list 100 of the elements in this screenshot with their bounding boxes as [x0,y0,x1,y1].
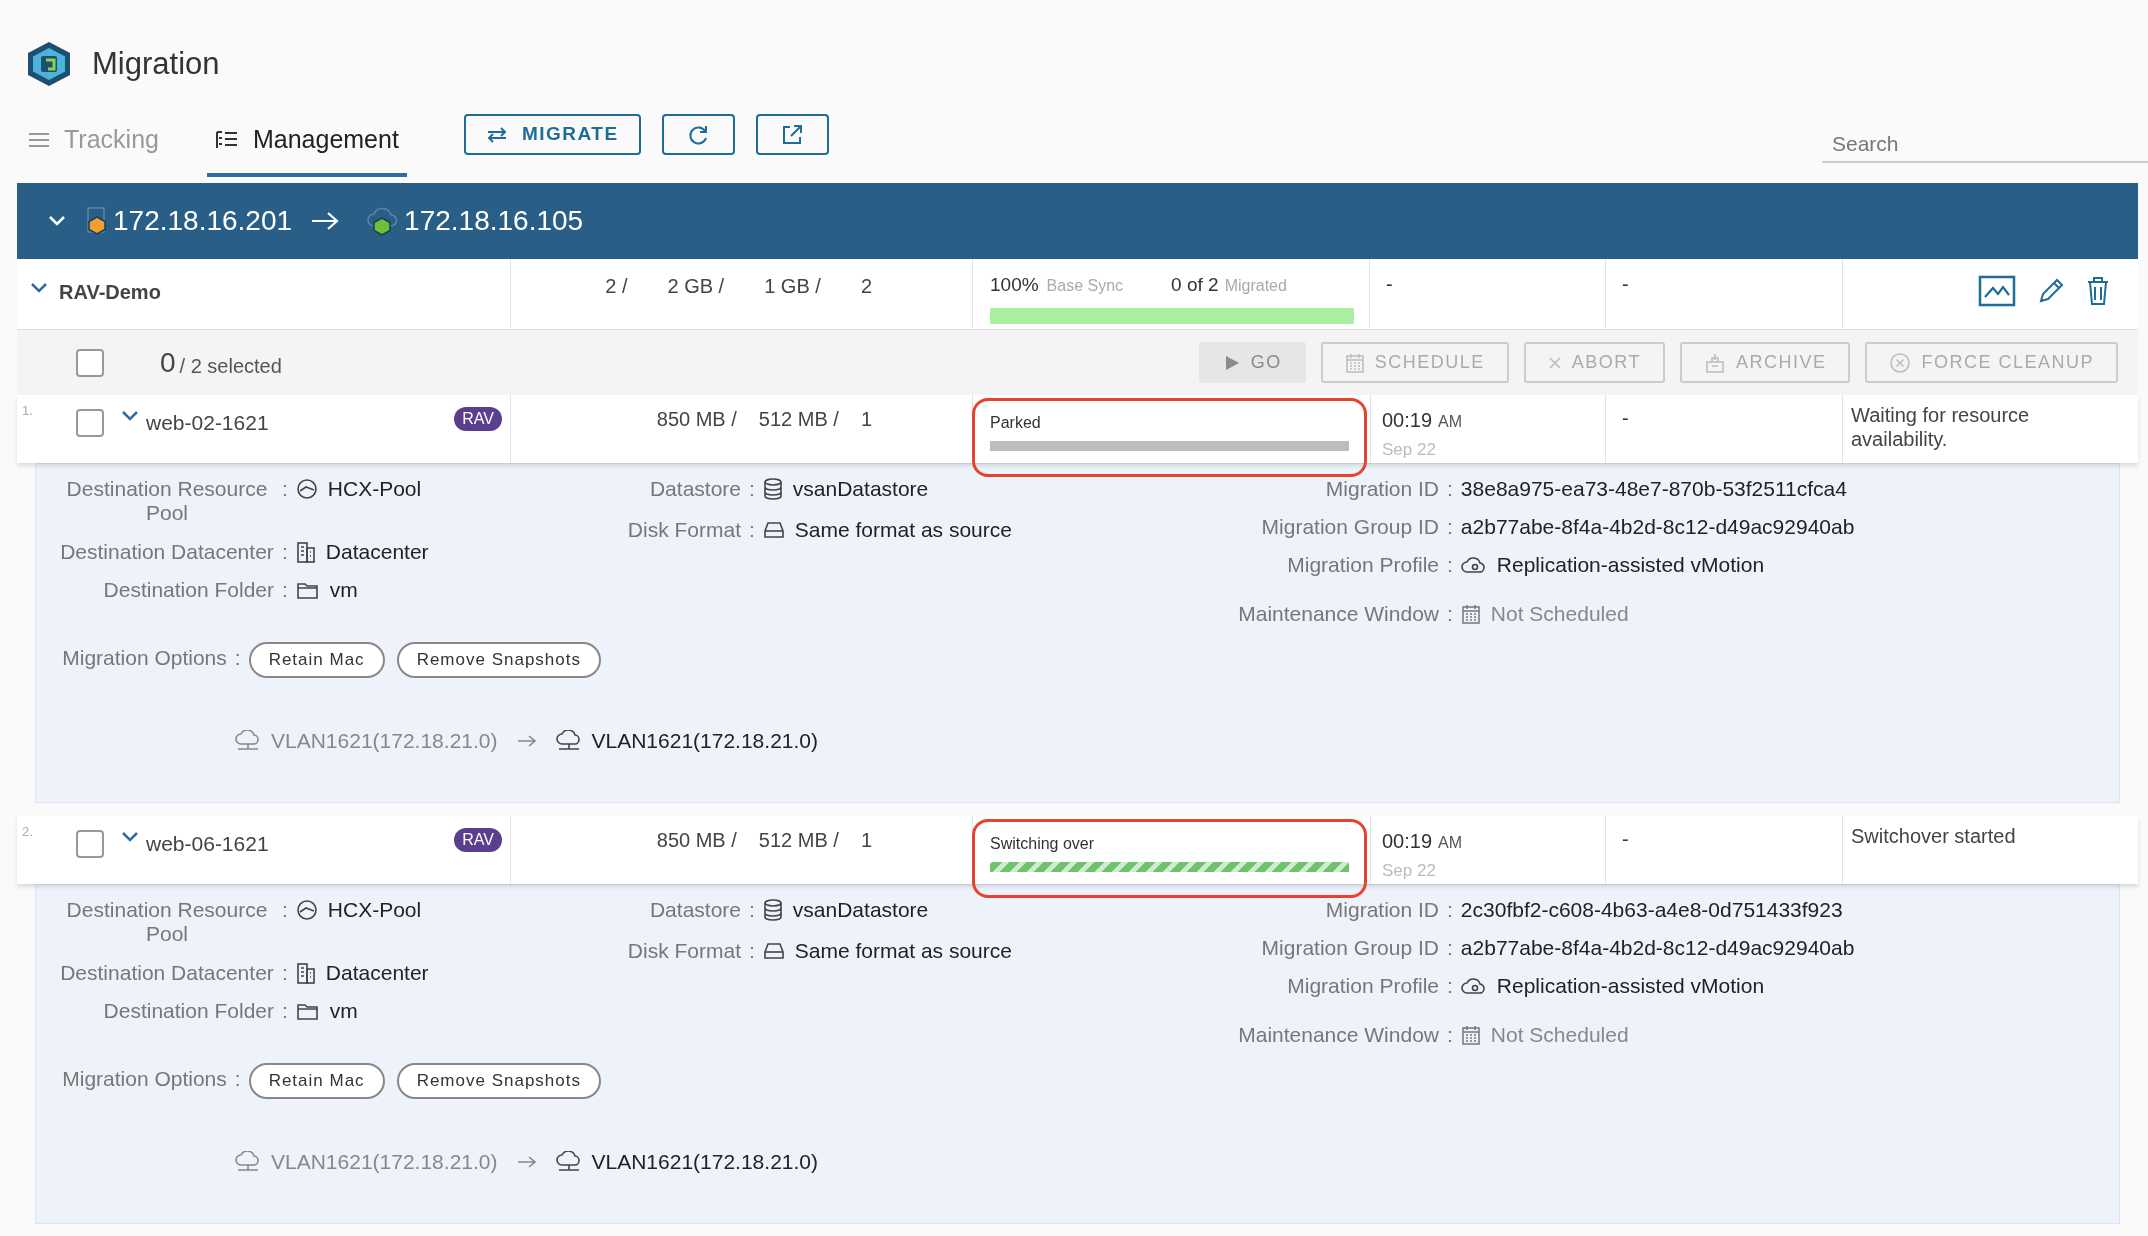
field-value: a2b77abe-8f4a-4b2d-8c12-d49ac92940ab [1460,936,1855,960]
field-label: Migration ID [1324,477,1439,501]
time: 00:19 [1382,408,1433,433]
date: Sep 22 [1382,860,1437,882]
field-value: Datacenter [325,540,429,564]
tab[interactable]: Management [206,112,407,177]
field-value: Replication-assisted vMotion [1496,553,1765,577]
colon: : [1446,602,1454,626]
colon: : [281,477,289,501]
field-value: Same format as source [794,518,1012,542]
field-label: Destination Datacenter [60,540,274,564]
option-tag: Remove Snapshots [396,1063,601,1099]
search-field[interactable]: Search [1822,127,2148,163]
destination-network: VLAN1621(172.18.21.0) [591,728,818,754]
field-label: Destination Folder [102,578,274,602]
migrated-label: Migrated [1224,276,1287,296]
field-value: 2c30fbf2-c608-4b63-a4e8-0d751433f923 [1460,898,1843,922]
time: 00:19 [1382,829,1433,854]
colon: : [1446,1023,1454,1047]
colon: : [1446,553,1454,577]
field-label: Destination Folder [102,999,274,1023]
status-message: Waiting for resource availability. [1851,404,2030,450]
cpu-count: 2 [860,274,872,299]
field-label: Migration Group ID [1260,515,1439,539]
field-value: vm [329,578,358,602]
colon: : [1446,515,1454,539]
field-label: Maintenance Window [1237,602,1439,626]
memory-size: 1 GB / [764,274,821,299]
colon: : [281,961,289,985]
vm-count: 2 / [605,274,628,299]
date: Sep 22 [1382,439,1437,461]
colon: : [281,898,289,922]
colon: : [748,939,756,963]
storage-size: 850 MB / [656,828,737,853]
status-label: Switching over [990,834,1096,854]
colon: : [748,518,756,542]
field-label: Destination Resource Pool [65,477,269,525]
field-label: Maintenance Window [1237,1023,1439,1047]
field-label: Datastore [648,898,741,922]
storage-size: 850 MB / [656,407,737,432]
source-site-address: 172.18.16.201 [113,204,293,238]
cpu-count: 1 [860,828,872,853]
sync-percent: 100% [990,273,1039,297]
field-label: Destination Datacenter [60,961,274,985]
selected-total: / 2 selected [179,353,282,379]
colon: : [1446,477,1454,501]
field-label: Datastore [648,477,741,501]
colon: : [1446,898,1454,922]
option-tag: Remove Snapshots [396,642,601,678]
colon: : [1446,936,1454,960]
field-label: Destination Resource Pool [65,898,269,946]
colon: : [1446,974,1454,998]
colon: : [233,1067,242,1091]
option-tag: Retain Mac [248,1063,385,1099]
field-label: Migration Options [61,646,227,670]
colon: : [281,999,289,1023]
colon: : [748,477,756,501]
field-value: Replication-assisted vMotion [1496,974,1765,998]
field-value: a2b77abe-8f4a-4b2d-8c12-d49ac92940ab [1460,515,1855,539]
status-message: Switchover started [1851,825,2016,847]
field-label: Disk Format [626,518,741,542]
cpu-count: 1 [860,407,872,432]
migrated-count: 0 of 2 [1171,273,1219,297]
sync-label: Base Sync [1046,276,1124,296]
field-value: Not Scheduled [1490,1023,1629,1047]
field-value: Datacenter [325,961,429,985]
time-period: AM [1438,412,1463,432]
table-cell: - [1622,828,1629,850]
rav-badge: RAV [454,407,502,431]
status-label: Parked [990,413,1042,433]
field-value: vsanDatastore [792,477,929,501]
selected-count: 0 [160,345,176,380]
source-network: VLAN1621(172.18.21.0) [271,728,498,754]
field-value: HCX-Pool [327,477,422,501]
field-value: Not Scheduled [1490,602,1629,626]
destination-network: VLAN1621(172.18.21.0) [591,1149,818,1175]
table-cell: - [1622,273,1629,295]
tab[interactable]: Tracking [28,112,167,177]
field-value: 38e8a975-ea73-48e7-870b-53f2511cfca4 [1460,477,1847,501]
colon: : [748,898,756,922]
colon: : [233,646,242,670]
row-number: 1. [22,402,33,420]
destination-site-address: 172.18.16.105 [404,204,584,238]
source-network: VLAN1621(172.18.21.0) [271,1149,498,1175]
group-name: RAV-Demo [59,280,161,305]
rav-badge: RAV [454,828,502,852]
field-label: Disk Format [626,939,741,963]
time-period: AM [1438,833,1463,853]
field-label: Migration Profile [1286,553,1439,577]
field-label: Migration ID [1324,898,1439,922]
memory-size: 512 MB / [758,828,839,853]
migrate-button[interactable]: MIGRATE [463,114,641,155]
app-title: Migration [92,44,220,83]
memory-size: 512 MB / [758,407,839,432]
storage-size: 2 GB / [667,274,725,299]
field-value: vm [329,999,358,1023]
vm-name: web-02-1621 [146,410,269,436]
field-label: Migration Group ID [1260,936,1439,960]
colon: : [281,540,289,564]
field-value: vsanDatastore [792,898,929,922]
